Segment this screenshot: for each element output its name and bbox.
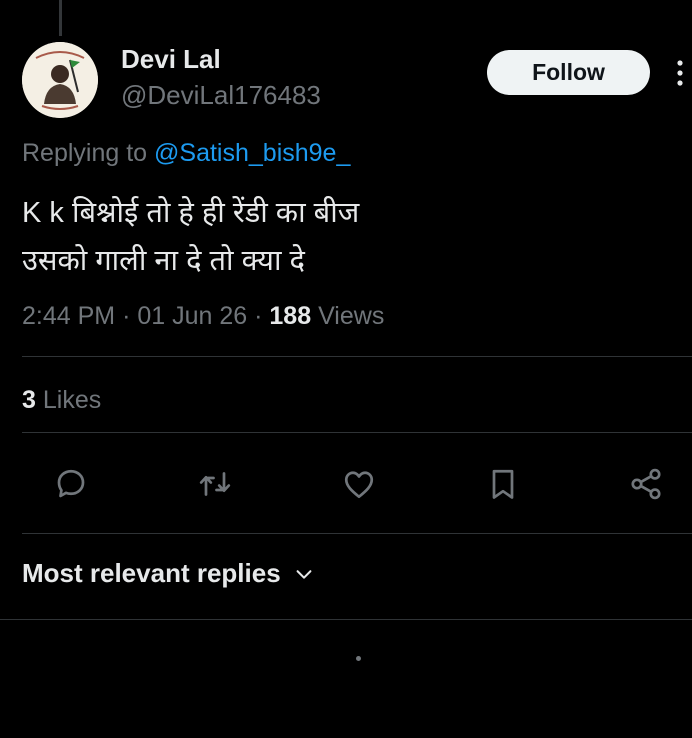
chevron-down-icon [296, 569, 312, 579]
tweet-date[interactable]: 01 Jun 26 [137, 302, 247, 330]
divider [22, 533, 692, 534]
tweet-text-line: K k बिश्नोई तो हे ही रेंडी का बीज [22, 197, 360, 229]
reply-button[interactable] [51, 464, 91, 504]
tweet-meta: 2:44 PM · 01 Jun 26 · 188 Views [22, 302, 384, 331]
loading-indicator [356, 656, 361, 661]
views-label: Views [318, 302, 385, 330]
bookmark-icon [492, 469, 514, 499]
share-icon [631, 468, 661, 500]
retweet-button[interactable] [195, 464, 235, 504]
follow-button[interactable]: Follow [487, 50, 650, 95]
divider [22, 432, 692, 433]
replies-sort-dropdown[interactable]: Most relevant replies [22, 558, 315, 589]
replying-to-handle-link[interactable]: @Satish_bish9e_ [154, 139, 350, 167]
more-options-icon[interactable] [673, 56, 687, 90]
retweet-icon [199, 472, 231, 496]
divider [0, 619, 692, 620]
author-handle[interactable]: @DeviLal176483 [121, 80, 321, 111]
avatar[interactable] [22, 42, 98, 118]
likes-count: 3 [22, 386, 36, 414]
bookmark-button[interactable] [483, 464, 523, 504]
share-button[interactable] [626, 464, 666, 504]
tweet-text: K k बिश्नोई तो हे ही रेंडी का बीज उसको ग… [22, 189, 662, 285]
reply-bubble-icon [57, 469, 85, 498]
like-button[interactable] [339, 464, 379, 504]
meta-separator: · [254, 302, 263, 330]
avatar-image [22, 42, 98, 118]
tweet-text-line: उसको गाली ना दे तो क्या दे [22, 245, 305, 277]
heart-icon [344, 471, 374, 499]
replies-sort-label: Most relevant replies [22, 558, 281, 588]
divider [22, 356, 692, 357]
thread-connector-line [59, 0, 62, 36]
author-name[interactable]: Devi Lal [121, 44, 221, 75]
replying-to-line: Replying to @Satish_bish9e_ [22, 139, 350, 168]
likes-link[interactable]: 3 Likes [22, 386, 101, 415]
meta-separator: · [122, 302, 131, 330]
likes-label: Likes [42, 386, 102, 414]
tweet-time[interactable]: 2:44 PM [22, 302, 115, 330]
views-count: 188 [269, 302, 312, 330]
replying-to-label: Replying to [22, 139, 148, 167]
